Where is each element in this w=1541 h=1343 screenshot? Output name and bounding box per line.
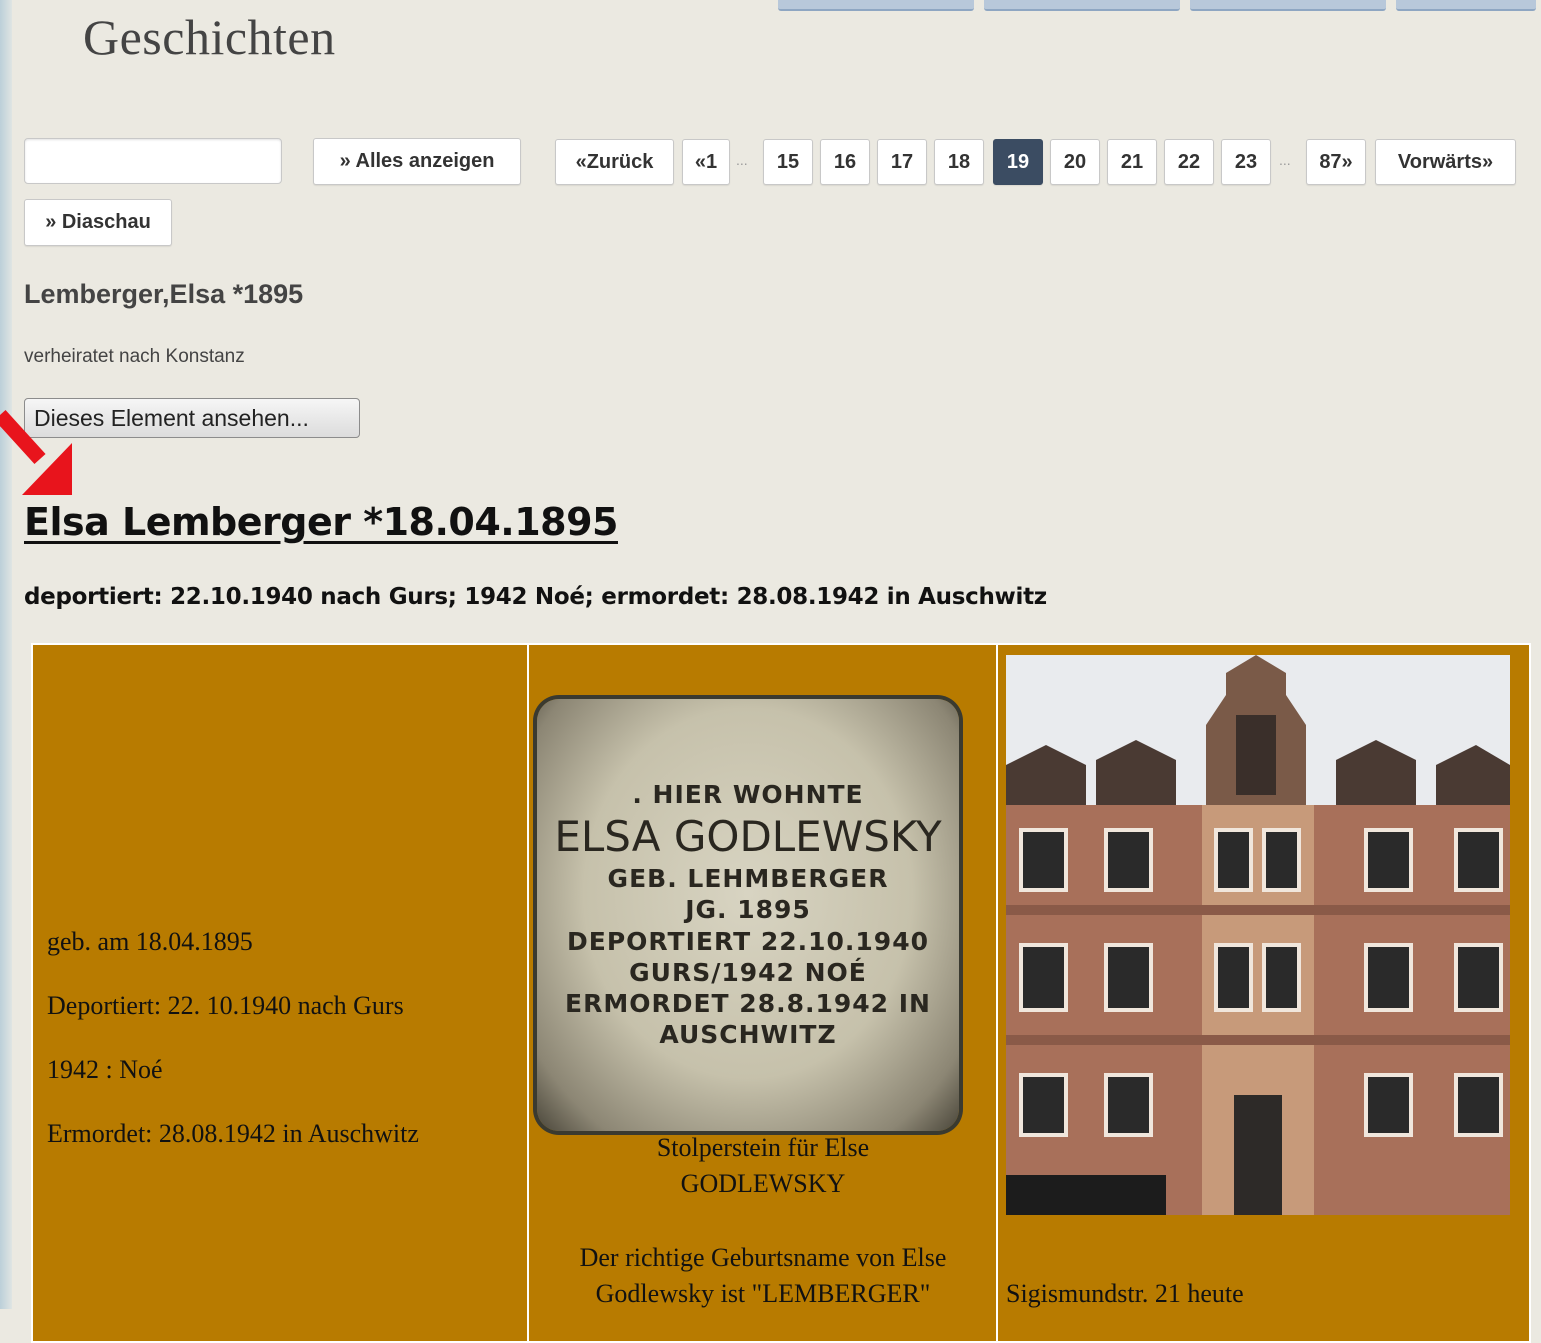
- next-page-button[interactable]: Vorwärts»: [1375, 139, 1516, 185]
- column-divider: [527, 645, 529, 1341]
- top-navigation-tabs: [770, 0, 1541, 14]
- bio-birth: geb. am 18.04.1895: [47, 927, 253, 956]
- page-button[interactable]: 15: [763, 139, 813, 185]
- nav-tab[interactable]: [778, 0, 974, 11]
- page-button[interactable]: 20: [1050, 139, 1100, 185]
- stone-caption-line: GODLEWSKY: [680, 1169, 846, 1198]
- item-description: verheiratet nach Konstanz: [24, 346, 245, 367]
- red-arrow-icon: [0, 409, 72, 495]
- stone-line: ELSA GODLEWSKY: [554, 811, 942, 861]
- memorial-table: geb. am 18.04.1895 Deportiert: 22. 10.19…: [31, 643, 1531, 1343]
- bio-murdered: Ermordet: 28.08.1942 in Auschwitz: [47, 1119, 419, 1148]
- nav-tab[interactable]: [1396, 0, 1536, 11]
- page-button[interactable]: 22: [1164, 139, 1214, 185]
- slideshow-button[interactable]: » Diaschau: [24, 199, 172, 246]
- stone-caption-line: Stolperstein für Else: [656, 1133, 870, 1162]
- stolperstein-image: . HIER WOHNTE ELSA GODLEWSKY GEB. LEHMBE…: [537, 699, 959, 1131]
- site-title: Geschichten: [83, 9, 336, 65]
- page-button[interactable]: 21: [1107, 139, 1157, 185]
- page-button[interactable]: 23: [1221, 139, 1271, 185]
- birthname-note-line: Der richtige Geburtsname von Else: [579, 1243, 947, 1272]
- stone-line: ERMORDET 28.8.1942 IN: [565, 989, 931, 1019]
- stone-line: AUSCHWITZ: [659, 1020, 837, 1050]
- nav-tab[interactable]: [1190, 0, 1386, 11]
- page-button[interactable]: 16: [820, 139, 870, 185]
- stone-line: GEB. LEHMBERGER: [607, 864, 889, 894]
- stone-line: GURS/1942 NOÉ: [629, 957, 867, 987]
- show-all-button[interactable]: » Alles anzeigen: [313, 138, 521, 185]
- birthname-note-line: Godlewsky ist "LEMBERGER": [595, 1279, 931, 1308]
- pagination-ellipsis: ...: [1279, 152, 1291, 168]
- person-summary: deportiert: 22.10.1940 nach Gurs; 1942 N…: [24, 584, 1047, 610]
- nav-tab[interactable]: [984, 0, 1180, 11]
- stone-line: . HIER WOHNTE: [632, 780, 864, 810]
- person-heading: Elsa Lemberger *18.04.1895: [24, 500, 618, 544]
- page-button[interactable]: 17: [877, 139, 927, 185]
- last-page-button[interactable]: 87»: [1306, 139, 1366, 185]
- window-edge: [0, 0, 12, 1309]
- stone-line: JG. 1895: [685, 895, 811, 925]
- building-caption: Sigismundstr. 21 heute: [1006, 1279, 1244, 1308]
- first-page-button[interactable]: «1: [682, 139, 730, 185]
- prev-page-button[interactable]: «Zurück: [555, 139, 674, 185]
- search-input[interactable]: [24, 138, 282, 184]
- bio-noe: 1942 : Noé: [47, 1055, 163, 1084]
- page-button[interactable]: 18: [934, 139, 984, 185]
- pagination-ellipsis: ...: [736, 152, 748, 168]
- bio-deported: Deportiert: 22. 10.1940 nach Gurs: [47, 991, 404, 1020]
- current-page-button[interactable]: 19: [993, 139, 1043, 185]
- stone-line: DEPORTIERT 22.10.1940: [566, 926, 929, 956]
- building-photo: [1006, 655, 1510, 1215]
- column-divider: [996, 645, 998, 1341]
- item-title: Lemberger,Elsa *1895: [24, 279, 304, 309]
